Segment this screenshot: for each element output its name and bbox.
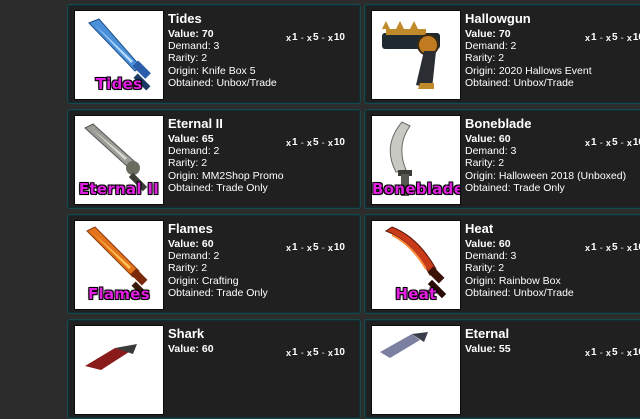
item-name: Flames — [168, 221, 213, 236]
item-image-caption: Boneblade — [372, 180, 461, 198]
multiplier-x5-button[interactable]: x5 — [606, 137, 618, 149]
item-rarity: Rarity: 2 — [168, 262, 208, 275]
item-card-shark[interactable]: Shark Value: 60 x1 - x5 - x 10 — [67, 319, 361, 419]
item-card-tides[interactable]: Tides Tides Value: 70 Demand: 3 Rarity: … — [67, 4, 361, 104]
separator: - — [321, 347, 325, 359]
item-name: Eternal — [465, 326, 510, 341]
quantity-multipliers: x1 - x5 - x10 — [585, 32, 640, 44]
multiplier-x5-button[interactable]: x5 — [606, 242, 618, 254]
item-origin: Origin: Rainbow Box — [465, 274, 561, 287]
item-rarity: Rarity: 2 — [465, 157, 505, 170]
quantity-multipliers: x1 - x5 - x10 — [286, 242, 345, 254]
separator: - — [620, 242, 624, 254]
item-card-flames[interactable]: Flames Flames Value: 60 Demand: 2 Rarity… — [67, 214, 361, 314]
separator: - — [300, 242, 304, 254]
item-origin: Origin: Halloween 2018 (Unboxed) — [465, 169, 627, 182]
multiplier-x10-button[interactable]: x10 — [328, 242, 345, 254]
item-image-heat: Heat — [371, 220, 461, 310]
item-origin: Origin: 2020 Hallows Event — [465, 64, 592, 77]
separator: - — [300, 32, 304, 44]
item-rarity: Rarity: 2 — [465, 262, 505, 275]
item-rarity: Rarity: 2 — [465, 52, 505, 65]
multiplier-x5-button[interactable]: x5 — [307, 242, 319, 254]
item-name: Eternal II — [168, 116, 223, 131]
item-card-heat[interactable]: Heat Heat Value: 60 Demand: 3 Rarity: 2 … — [364, 214, 640, 314]
item-image-tides: Tides — [74, 10, 164, 100]
separator: - — [599, 347, 603, 359]
item-name: Boneblade — [465, 116, 532, 131]
quantity-multipliers: x1 - x5 - x10 — [286, 32, 345, 44]
multiplier-x5-button[interactable]: x5 — [606, 32, 618, 44]
multiplier-x1-button[interactable]: x1 — [286, 137, 298, 149]
multiplier-x10-button[interactable]: x10 — [627, 32, 640, 44]
separator: - — [300, 137, 304, 149]
item-card-boneblade[interactable]: Boneblade Boneblade Value: 60 Demand: 3 … — [364, 109, 640, 209]
item-image-caption: Eternal II — [78, 180, 160, 198]
separator: - — [599, 242, 603, 254]
separator: - — [321, 32, 325, 44]
multiplier-x1-button[interactable]: x1 — [286, 242, 298, 254]
item-name: Tides — [168, 11, 202, 26]
separator: - — [620, 347, 624, 359]
multiplier-x5-button[interactable]: x5 — [307, 347, 319, 359]
multiplier-x10-button[interactable]: x10 — [328, 32, 345, 44]
separator: - — [620, 137, 624, 149]
multiplier-x1-button[interactable]: x1 — [585, 32, 597, 44]
item-image-caption: Tides — [95, 75, 143, 93]
item-origin: Origin: Knife Box 5 — [168, 64, 256, 77]
item-image-eternal — [371, 325, 461, 415]
knife-icon — [85, 344, 137, 370]
quantity-multipliers: x1 - x5 - x10 — [286, 137, 345, 149]
item-card-eternal-ii[interactable]: Eternal II Eternal II Value: 65 Demand: … — [67, 109, 361, 209]
multiplier-x10-button[interactable]: x10 — [627, 137, 640, 149]
multiplier-x5-button[interactable]: x5 — [307, 137, 319, 149]
multiplier-x10-button[interactable]: x10 — [627, 347, 640, 359]
item-origin: Origin: Crafting — [168, 274, 239, 287]
item-obtained: Obtained: Trade Only — [465, 181, 565, 194]
separator: - — [321, 137, 325, 149]
item-image-flames: Flames — [74, 220, 164, 310]
item-obtained: Obtained: Unbox/Trade — [168, 76, 277, 89]
multiplier-x1-button[interactable]: x1 — [286, 32, 298, 44]
item-rarity: Rarity: 2 — [168, 157, 208, 170]
multiplier-x1-button[interactable]: x1 — [585, 137, 597, 149]
multiplier-x10-button[interactable]: x10 — [627, 242, 640, 254]
item-obtained: Obtained: Unbox/Trade — [465, 286, 574, 299]
item-image-boneblade: Boneblade — [371, 115, 461, 205]
item-name: Shark — [168, 326, 205, 341]
multiplier-x1-button[interactable]: x1 — [585, 242, 597, 254]
multiplier-x10-button[interactable]: x10 — [328, 347, 345, 359]
separator: - — [300, 347, 304, 359]
item-obtained: Obtained: Trade Only — [168, 181, 268, 194]
item-card-hallowgun[interactable]: Hallowgun Value: 70 Demand: 2 Rarity: 2 … — [364, 4, 640, 104]
item-obtained: Obtained: Trade Only — [168, 286, 268, 299]
separator: - — [321, 242, 325, 254]
separator: - — [599, 32, 603, 44]
item-image-eternal-ii: Eternal II — [74, 115, 164, 205]
quantity-multipliers: x1 - x5 - x10 — [585, 242, 640, 254]
multiplier-x5-button[interactable]: x5 — [606, 347, 618, 359]
quantity-multipliers: x1 - x5 - x10 — [585, 137, 640, 149]
item-name: Heat — [465, 221, 494, 236]
item-origin: Origin: MM2Shop Promo — [168, 169, 284, 182]
quantity-multipliers: x1 - x5 - x10 — [286, 347, 345, 359]
separator: - — [599, 137, 603, 149]
multiplier-x1-button[interactable]: x1 — [286, 347, 298, 359]
item-rarity: Rarity: 2 — [168, 52, 208, 65]
item-image-caption: Flames — [87, 285, 151, 303]
separator: - — [620, 32, 624, 44]
multiplier-x1-button[interactable]: x1 — [585, 347, 597, 359]
item-obtained: Obtained: Unbox/Trade — [465, 76, 574, 89]
knife-icon — [380, 332, 428, 358]
item-name: Hallowgun — [465, 11, 531, 26]
item-image-caption: Heat — [395, 285, 437, 303]
item-image-hallowgun — [371, 10, 461, 100]
item-card-eternal[interactable]: Eternal Value: 55 x1 - x5 - x10 — [364, 319, 640, 419]
multiplier-x5-button[interactable]: x5 — [307, 32, 319, 44]
multiplier-x10-button[interactable]: x10 — [328, 137, 345, 149]
quantity-multipliers: x1 - x5 - x10 — [585, 347, 640, 359]
item-image-shark — [74, 325, 164, 415]
gun-icon — [382, 21, 440, 89]
